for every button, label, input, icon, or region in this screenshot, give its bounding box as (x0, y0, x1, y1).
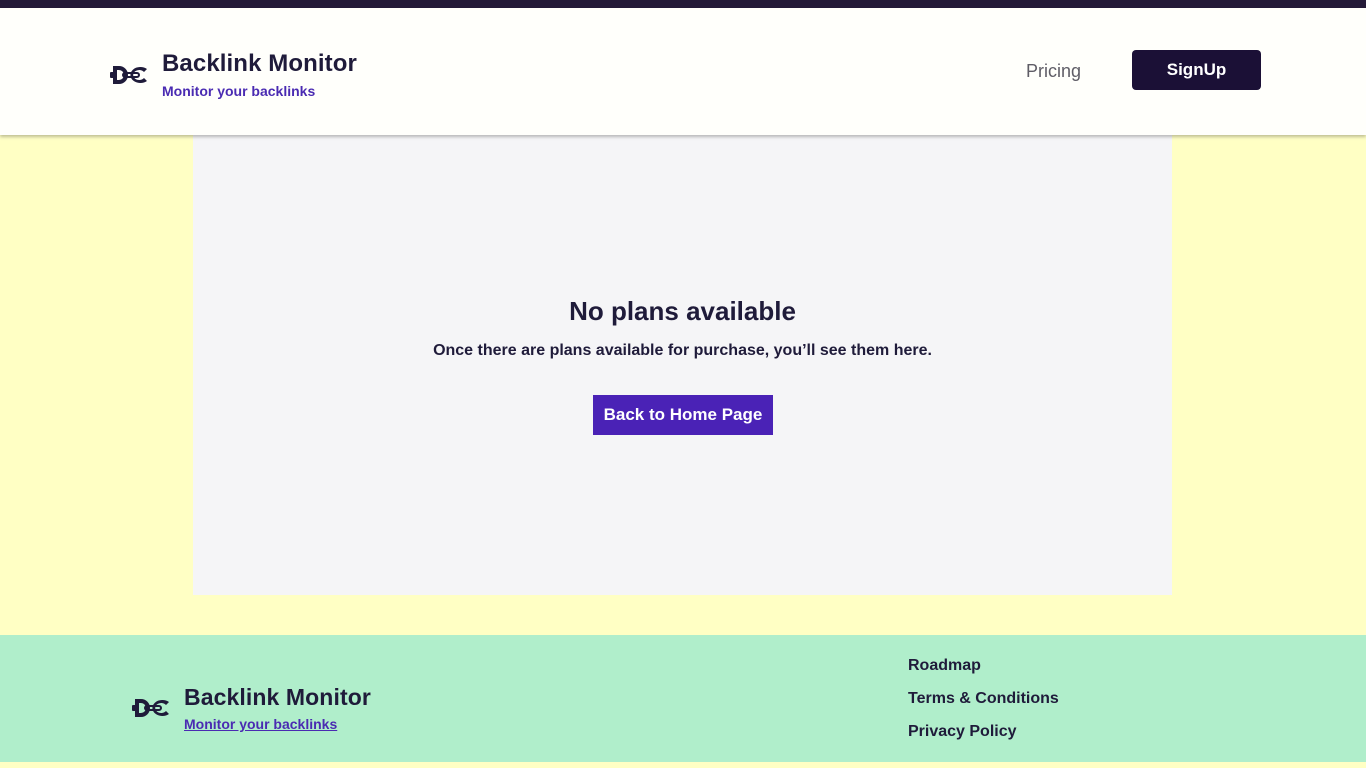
footer-link-privacy[interactable]: Privacy Policy (908, 721, 1059, 743)
plans-empty-panel: No plans available Once there are plans … (193, 135, 1172, 595)
chain-link-icon (110, 66, 147, 84)
chain-link-icon (132, 699, 169, 717)
footer-link-roadmap[interactable]: Roadmap (908, 655, 1059, 677)
empty-state-title: No plans available (569, 296, 796, 326)
site-footer: Backlink Monitor Monitor your backlinks … (0, 635, 1366, 762)
top-accent-bar (0, 0, 1366, 8)
footer-brand-text: Backlink Monitor Monitor your backlinks (184, 683, 371, 733)
footer-brand: Backlink Monitor Monitor your backlinks (131, 683, 371, 733)
brand-name: Backlink Monitor (162, 50, 357, 77)
footer-tagline-link[interactable]: Monitor your backlinks (184, 715, 371, 733)
header-brand-text: Backlink Monitor Monitor your backlinks (162, 50, 357, 100)
footer-brand-name: Backlink Monitor (184, 684, 371, 710)
nav-link-pricing[interactable]: Pricing (1026, 59, 1081, 83)
back-to-home-button[interactable]: Back to Home Page (593, 395, 773, 435)
empty-state-description: Once there are plans available for purch… (433, 342, 932, 359)
home-logo-link[interactable]: Backlink Monitor Monitor your backlinks (109, 50, 357, 100)
brand-tagline: Monitor your backlinks (162, 83, 316, 99)
footer-links: Roadmap Terms & Conditions Privacy Polic… (908, 655, 1059, 754)
signup-button[interactable]: SignUp (1132, 50, 1261, 90)
site-header: Backlink Monitor Monitor your backlinks … (0, 8, 1366, 135)
footer-link-terms[interactable]: Terms & Conditions (908, 688, 1059, 710)
